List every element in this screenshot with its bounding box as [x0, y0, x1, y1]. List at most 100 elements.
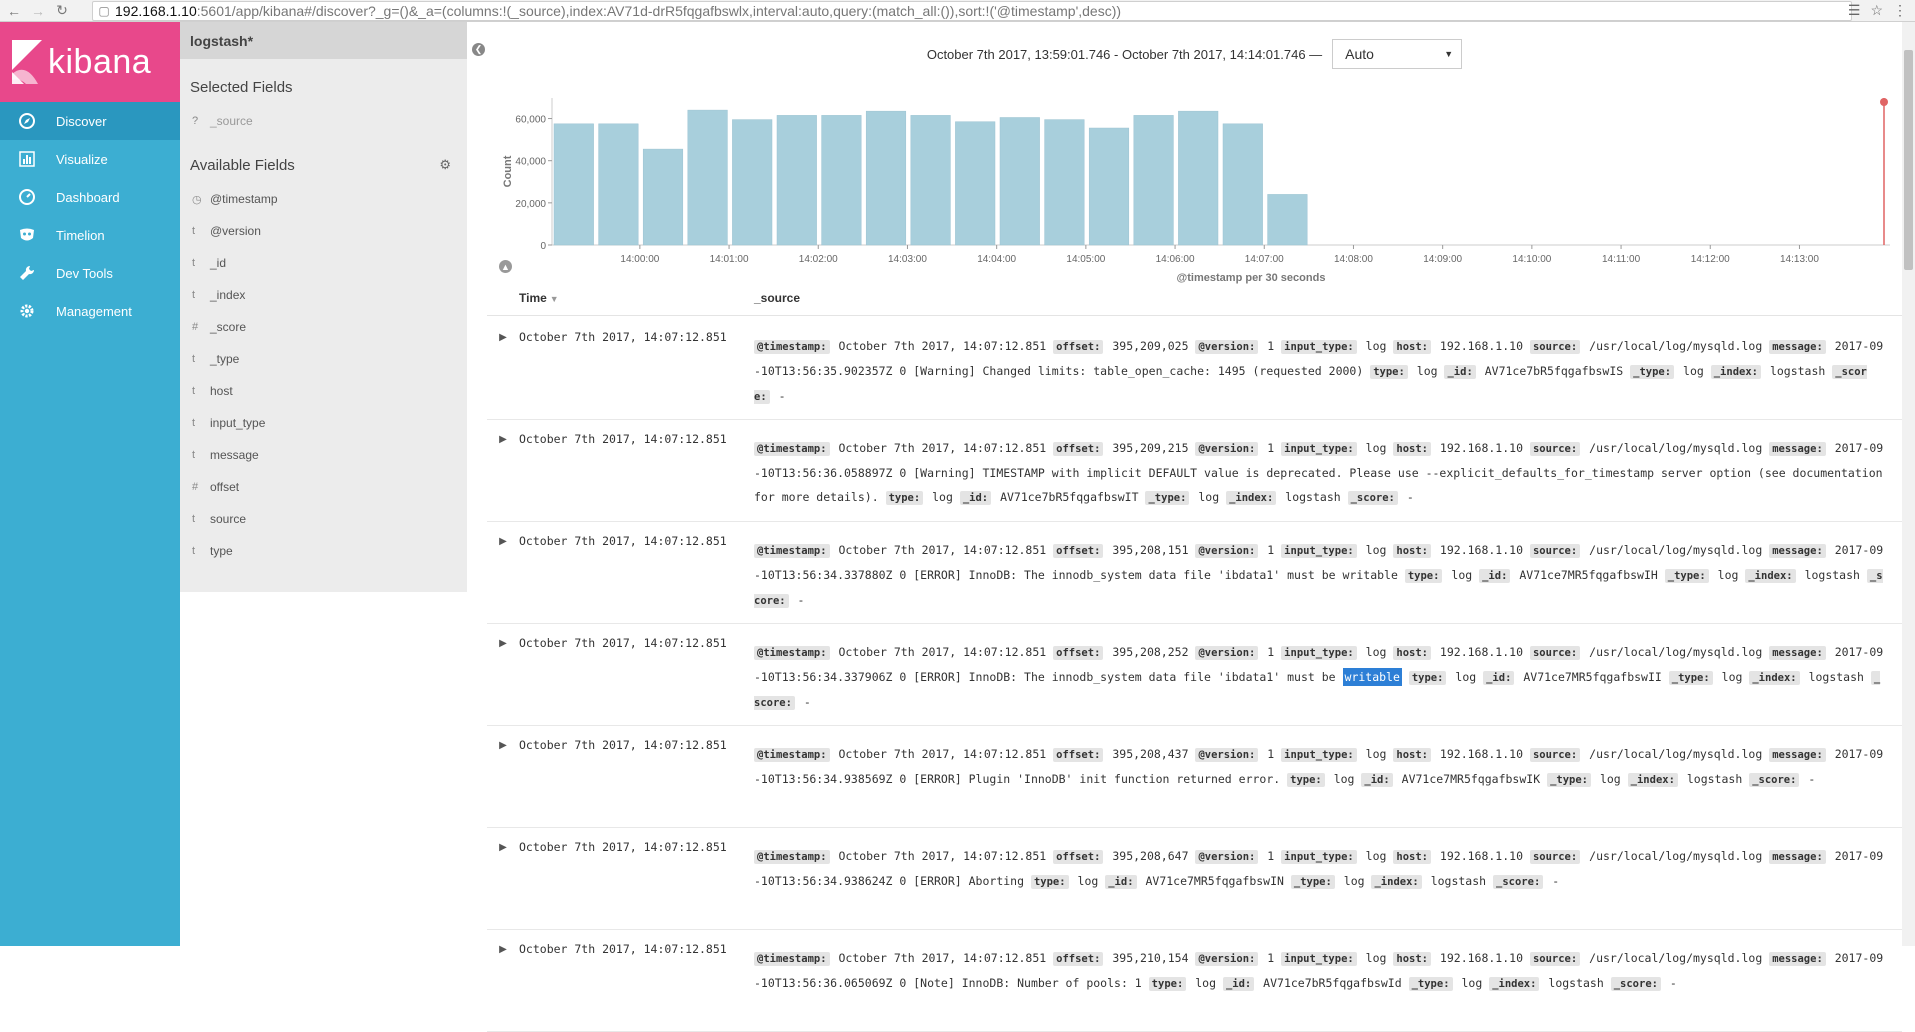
browser-toolbar: ← → ↻ ▢ 192.168.1.10:5601/app/kibana#/di…: [0, 0, 1915, 22]
source-field-key: message:: [1769, 646, 1826, 660]
expand-row-icon[interactable]: ▶: [487, 736, 519, 827]
nav-item-management[interactable]: Management: [0, 292, 180, 330]
field-type-icon: ?: [192, 115, 199, 127]
nav-item-label: Management: [56, 303, 132, 319]
nav-item-dev-tools[interactable]: Dev Tools: [0, 254, 180, 292]
source-field-key: source:: [1529, 952, 1581, 966]
nav-item-visualize[interactable]: Visualize: [0, 140, 180, 178]
expand-row-icon[interactable]: ▶: [487, 634, 519, 725]
expand-row-icon[interactable]: ▶: [487, 328, 519, 419]
histogram-bar[interactable]: [553, 123, 594, 246]
table-row[interactable]: ▶ October 7th 2017, 14:07:12.851 @timestam…: [487, 522, 1902, 624]
source-field-value: 1: [1267, 849, 1275, 863]
expand-row-icon[interactable]: ▶: [487, 532, 519, 623]
nav-item-timelion[interactable]: Timelion: [0, 216, 180, 254]
source-field-value: -: [1552, 874, 1560, 888]
translate-icon[interactable]: ☰: [1848, 2, 1861, 19]
histogram-bar[interactable]: [1267, 194, 1308, 246]
source-field-value: -: [1669, 976, 1677, 990]
source-field-value: 1: [1267, 747, 1275, 761]
histogram-bar[interactable]: [1088, 127, 1130, 246]
histogram-bar[interactable]: [1133, 115, 1174, 246]
address-bar[interactable]: ▢ 192.168.1.10:5601/app/kibana#/discover…: [92, 1, 1852, 21]
sort-desc-icon[interactable]: ▼: [550, 294, 559, 304]
time-column-header[interactable]: Time ▼: [519, 291, 754, 305]
table-row[interactable]: ▶ October 7th 2017, 14:07:12.851 @timestam…: [487, 318, 1902, 420]
histogram-bar[interactable]: [955, 121, 996, 246]
source-field-key: @timestamp:: [754, 340, 830, 354]
histogram-bar[interactable]: [910, 115, 951, 246]
menu-icon[interactable]: ⋮: [1893, 2, 1907, 19]
histogram-bar[interactable]: [821, 115, 862, 246]
field-item-host[interactable]: t host: [180, 375, 467, 407]
field-name: offset: [210, 480, 240, 494]
field-item-id[interactable]: t _id: [180, 247, 467, 279]
nav-item-dashboard[interactable]: Dashboard: [0, 178, 180, 216]
table-row[interactable]: ▶ October 7th 2017, 14:07:12.851 @timestam…: [487, 726, 1902, 828]
expand-row-icon[interactable]: ▶: [487, 940, 519, 1031]
time-range-label[interactable]: October 7th 2017, 13:59:01.746 - October…: [927, 47, 1322, 62]
reload-icon[interactable]: ↻: [52, 1, 72, 21]
y-axis-label: Count: [502, 155, 514, 187]
field-item-type[interactable]: t type: [180, 535, 467, 567]
field-item-timestamp[interactable]: ◷ @timestamp: [180, 183, 467, 215]
field-item-score[interactable]: # _score: [180, 311, 467, 343]
nav-item-discover[interactable]: Discover: [0, 102, 180, 140]
table-row[interactable]: ▶ October 7th 2017, 14:07:12.851 @timestam…: [487, 828, 1902, 930]
collapse-chart-icon[interactable]: ▲: [499, 260, 512, 273]
source-field-key: host:: [1393, 544, 1431, 558]
histogram-bar[interactable]: [1044, 119, 1085, 246]
source-field-value: logstash: [1430, 874, 1487, 888]
source-field-key: @timestamp:: [754, 544, 830, 558]
field-item-source[interactable]: ? _source: [180, 105, 467, 137]
histogram-svg[interactable]: 0 20,000 40,000 60,000 Count 14:00:00 14:01:00…: [487, 84, 1902, 294]
histogram-bar[interactable]: [776, 115, 817, 246]
field-type-icon: t: [192, 545, 196, 557]
nav-item-label: Dev Tools: [56, 265, 113, 281]
index-pattern-selector[interactable]: logstash*: [180, 22, 467, 59]
now-marker-handle[interactable]: [1880, 98, 1888, 106]
interval-select[interactable]: Auto ▼: [1332, 39, 1463, 69]
histogram-bar[interactable]: [642, 148, 684, 246]
source-field-value: 192.168.1.10: [1439, 339, 1524, 353]
table-row[interactable]: ▶ October 7th 2017, 14:07:12.851 @timestam…: [487, 930, 1902, 1032]
field-item-offset[interactable]: # offset: [180, 471, 467, 503]
expand-row-icon[interactable]: ▶: [487, 430, 519, 521]
source-field-value: /usr/local/log/mysqld.log: [1589, 951, 1763, 965]
source-column-header: _source: [754, 290, 801, 305]
back-icon[interactable]: ←: [4, 1, 24, 21]
page-scrollbar[interactable]: [1902, 22, 1915, 946]
source-field-key: _id:: [1222, 977, 1255, 991]
table-row[interactable]: ▶ October 7th 2017, 14:07:12.851 @timestam…: [487, 420, 1902, 522]
histogram-bar[interactable]: [865, 110, 907, 246]
field-settings-gear-icon[interactable]: ⚙: [439, 157, 451, 173]
histogram-bar[interactable]: [687, 109, 728, 246]
y-tick-label: 20,000: [515, 199, 546, 210]
scrollbar-thumb[interactable]: [1904, 50, 1913, 270]
histogram-bar[interactable]: [999, 117, 1040, 246]
source-field-key: _id:: [1444, 365, 1476, 379]
interval-value: Auto: [1345, 46, 1374, 62]
histogram-bar[interactable]: [1178, 110, 1219, 246]
collapse-sidebar-icon[interactable]: ❮: [472, 43, 485, 56]
field-item-inputtype[interactable]: t input_type: [180, 407, 467, 439]
page-info-icon[interactable]: ▢: [93, 4, 115, 18]
histogram-bar[interactable]: [598, 123, 639, 246]
kibana-logo[interactable]: kibana: [0, 22, 180, 102]
field-item-type[interactable]: t _type: [180, 343, 467, 375]
source-field-value: 192.168.1.10: [1439, 645, 1524, 659]
histogram-bar[interactable]: [1222, 123, 1263, 246]
field-item-version[interactable]: t @version: [180, 215, 467, 247]
forward-icon[interactable]: →: [28, 1, 48, 21]
table-row[interactable]: ▶ October 7th 2017, 14:07:12.851 @timestam…: [487, 624, 1902, 726]
histogram-bar[interactable]: [732, 119, 773, 246]
field-item-index[interactable]: t _index: [180, 279, 467, 311]
nav-item-label: Visualize: [56, 151, 108, 167]
expand-row-icon[interactable]: ▶: [487, 838, 519, 929]
field-item-message[interactable]: t message: [180, 439, 467, 471]
source-field-key: @version:: [1195, 850, 1259, 864]
bookmark-star-icon[interactable]: ☆: [1870, 2, 1883, 19]
source-field-value: logstash: [1769, 364, 1826, 378]
select-caret-icon: ▼: [1444, 49, 1454, 59]
field-item-source[interactable]: t source: [180, 503, 467, 535]
